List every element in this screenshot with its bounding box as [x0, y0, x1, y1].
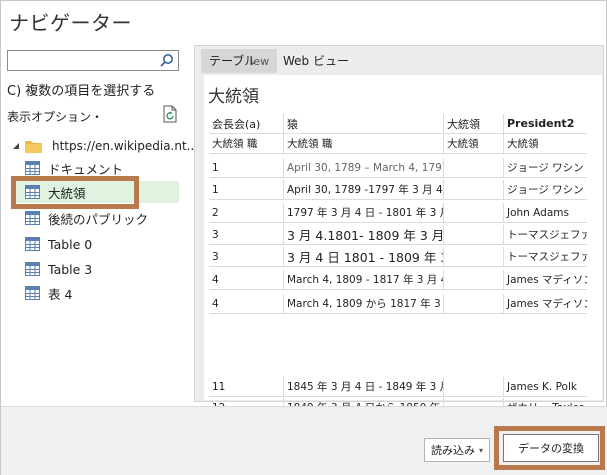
- tab-table-view[interactable]: テーブルiew: [201, 49, 278, 73]
- table-header-row: 会長会(a) 猿 大統領 President2: [209, 114, 587, 134]
- table-cell: 大統領 職: [284, 134, 444, 153]
- tree-item-label: Table 3: [48, 261, 93, 277]
- column-header[interactable]: 猿: [284, 114, 444, 133]
- table-cell: James K. Polk: [507, 380, 577, 393]
- table-cell: トーマスジェファーソン: [507, 251, 587, 263]
- table-icon: [25, 262, 40, 276]
- table-cell: [444, 377, 504, 396]
- table-icon: [25, 185, 40, 199]
- folder-icon: [25, 141, 42, 153]
- table-cell: 3 月 4.1801- 1809 年 3 月 4 日: [284, 225, 444, 244]
- table-cell: 3 月 4 日 1801 - 1809 年 3 月 4 日: [284, 247, 444, 266]
- table-cell: [444, 158, 504, 177]
- table-cell: James マディソン: [507, 274, 587, 286]
- column-header[interactable]: 会長会(a): [209, 114, 284, 133]
- transform-data-button[interactable]: データの変換: [503, 434, 599, 462]
- table-cell: 1: [209, 158, 284, 177]
- table-cell: [444, 203, 504, 222]
- preview-table-title: 大統領: [208, 87, 259, 107]
- table-cell: [444, 270, 504, 289]
- tree-item-table-3[interactable]: Table 3: [25, 258, 92, 280]
- tree-item-label: 表 4: [48, 286, 73, 302]
- search-input[interactable]: [7, 50, 179, 71]
- table-cell: April 30, 1789 – March 4, 1797: [284, 158, 444, 177]
- display-options-menu[interactable]: 表示オプション・: [7, 108, 103, 125]
- tree-root-url[interactable]: https://en.wikipedia.nt...: [11, 137, 198, 155]
- tree-item-presidents[interactable]: 大統領: [11, 181, 179, 203]
- table-cell: ジョージ ワシントン: [507, 184, 587, 196]
- table-cell: March 4, 1809 - 1817 年 3 月 4 日: [284, 270, 444, 289]
- preview-panel: テーブルiew Web ビュー 大統領 会長会(a) 猿 大統領 Preside…: [194, 45, 604, 441]
- table-cell: [444, 180, 504, 199]
- table-row: 4 March 4, 1809 - 1817 年 3 月 4 日 James マ…: [209, 270, 587, 290]
- table-icon: [25, 237, 40, 251]
- table-cell: 大統領: [444, 134, 504, 153]
- table-cell: ジョージ ワシントン: [507, 162, 587, 174]
- table-cell: John Adams: [507, 206, 569, 219]
- table-cell: 3: [209, 247, 284, 266]
- table-row: 1 April 30, 1789 -1797 年 3 月 4 日 ジョージ ワシ…: [209, 180, 587, 200]
- table-cell: [444, 294, 504, 313]
- table-row: 1 April 30, 1789 – March 4, 1797 ジョージ ワシ…: [209, 158, 587, 178]
- window-title: ナビゲーター: [9, 11, 132, 35]
- tree-item-label: Table 0: [48, 236, 93, 252]
- tree-item-label: 後続のパブリック: [48, 211, 149, 227]
- tree-item-table-0[interactable]: Table 0: [25, 233, 92, 255]
- table-row: 3 3 月 4 日 1801 - 1809 年 3 月 4 日 トーマスジェファ…: [209, 247, 587, 267]
- tree-item-label: ドキュメント: [48, 161, 124, 177]
- table-cell: April 30, 1789 -1797 年 3 月 4 日: [284, 180, 444, 199]
- table-icon: [25, 211, 40, 225]
- table-row: 3 3 月 4.1801- 1809 年 3 月 4 日 トーマスジェファーソン: [209, 225, 587, 245]
- tab-table-overlap-text: iew: [250, 55, 270, 68]
- table-row: 4 March 4, 1809 から 1817 年 3 月 4 日 James …: [209, 294, 587, 314]
- tree-root-label: https://en.wikipedia.nt...: [52, 139, 199, 153]
- load-button[interactable]: 読み込み ▾: [424, 438, 490, 462]
- table-cell: 1797 年 3 月 4 日 - 1801 年 3 月 4 日: [284, 203, 444, 222]
- table-row: 大統領 職 大統領 職 大統領 大統領: [209, 134, 587, 154]
- table-cell: [444, 225, 504, 244]
- table-cell: 4: [209, 270, 284, 289]
- table-row: 2 1797 年 3 月 4 日 - 1801 年 3 月 4 日 John A…: [209, 203, 587, 223]
- expand-triangle-icon[interactable]: [11, 141, 21, 151]
- tree-item-documents[interactable]: ドキュメント: [25, 157, 123, 179]
- table-cell: 4: [209, 294, 284, 313]
- column-header[interactable]: 大統領: [444, 114, 504, 133]
- select-multiple-checkbox[interactable]: C) 複数の項目を選択する: [7, 80, 155, 99]
- dialog-footer: 読み込み ▾ データの変換: [1, 406, 607, 475]
- tab-web-view[interactable]: Web ビュー: [275, 49, 357, 73]
- load-button-label: 読み込み: [430, 444, 475, 457]
- table-icon: [25, 286, 40, 300]
- table-cell: 1845 年 3 月 4 日 - 1849 年 3 月 4 日: [284, 377, 444, 396]
- table-icon: [25, 161, 40, 175]
- table-cell: March 4, 1809 から 1817 年 3 月 4 日: [284, 294, 444, 313]
- tree-item-succession[interactable]: 後続のパブリック: [25, 207, 148, 229]
- table-cell: James マディソン: [507, 298, 587, 310]
- column-header[interactable]: President2: [504, 114, 587, 133]
- refresh-icon[interactable]: [162, 105, 178, 123]
- table-cell: 大統領 職: [209, 134, 284, 153]
- table-cell: 3: [209, 225, 284, 244]
- chevron-down-icon[interactable]: ▾: [479, 446, 483, 455]
- table-cell: 大統領: [507, 138, 539, 150]
- table-cell: 2: [209, 203, 284, 222]
- table-cell: トーマスジェファーソン: [507, 229, 587, 241]
- table-row: 11 1845 年 3 月 4 日 - 1849 年 3 月 4 日 James…: [209, 377, 587, 397]
- search-icon[interactable]: [159, 53, 174, 68]
- tree-item-label: 大統領: [48, 185, 86, 201]
- preview-content: 大統領 会長会(a) 猿 大統領 President2 大統領 職 大統領 職 …: [204, 75, 602, 441]
- table-cell: [444, 247, 504, 266]
- table-cell: 1: [209, 180, 284, 199]
- table-cell: 11: [209, 377, 284, 396]
- navigator-window: ナビゲーター C) 複数の項目を選択する 表示オプション・ https://en…: [0, 0, 607, 475]
- tree-item-table-4[interactable]: 表 4: [25, 282, 72, 304]
